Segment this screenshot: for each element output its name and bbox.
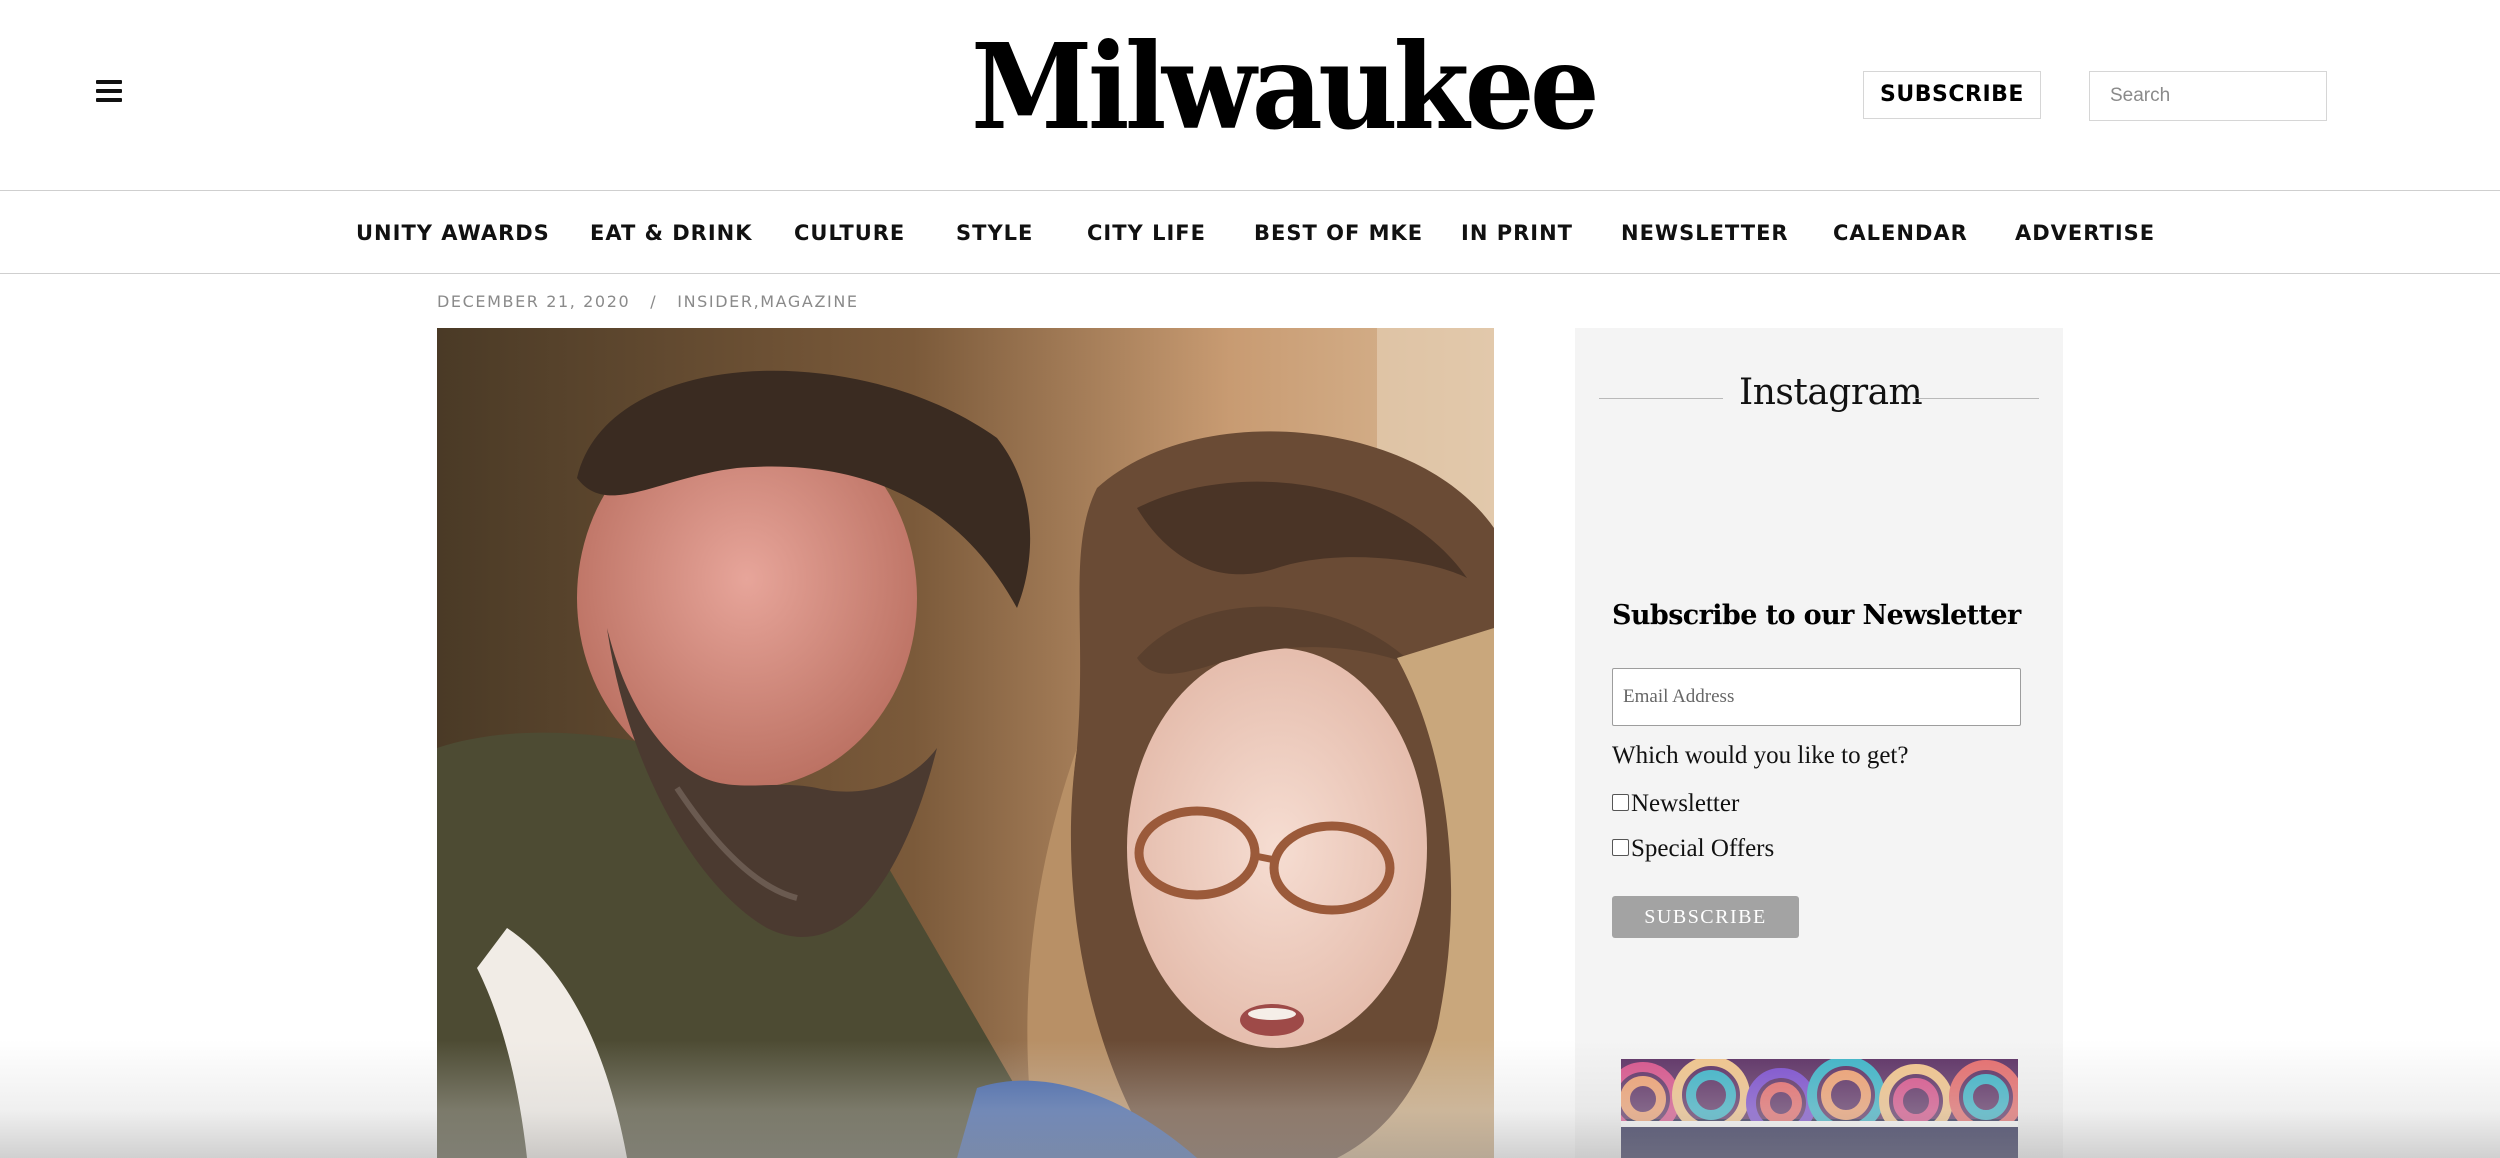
category-comma: , xyxy=(753,292,761,311)
nav-item-city-life[interactable]: CITY LIFE xyxy=(1087,191,1206,273)
nav-item-newsletter[interactable]: NEWSLETTER xyxy=(1621,191,1789,273)
instagram-title: Instagram xyxy=(1739,372,1923,413)
nav-item-unity-awards[interactable]: UNITY AWARDS xyxy=(356,191,550,273)
article-hero-image xyxy=(437,328,1494,1158)
main-navigation: UNITY AWARDS EAT & DRINK CULTURE STYLE C… xyxy=(0,191,2500,274)
nav-item-best-of-mke[interactable]: BEST OF MKE xyxy=(1254,191,1423,273)
nav-item-style[interactable]: STYLE xyxy=(956,191,1033,273)
hamburger-menu-icon[interactable] xyxy=(96,80,122,102)
instagram-heading: Instagram xyxy=(1599,368,2039,428)
meta-separator: / xyxy=(650,292,658,311)
heading-rule-right xyxy=(1915,398,2039,399)
category-link-magazine[interactable]: MAGAZINE xyxy=(760,292,858,311)
header-subscribe-button[interactable]: SUBSCRIBE xyxy=(1863,71,2041,119)
newsletter-subscribe-button[interactable]: SUBSCRIBE xyxy=(1612,896,1799,938)
category-link-insider[interactable]: INSIDER xyxy=(677,292,753,311)
email-field[interactable] xyxy=(1612,668,2021,726)
nav-item-advertise[interactable]: ADVERTISE xyxy=(2015,191,2155,273)
special-offers-checkbox[interactable] xyxy=(1612,838,1629,856)
nav-item-eat-drink[interactable]: EAT & DRINK xyxy=(590,191,753,273)
article-date: DECEMBER 21, 2020 xyxy=(437,292,631,311)
nav-item-calendar[interactable]: CALENDAR xyxy=(1833,191,1968,273)
option-special-offers[interactable]: Special Offers xyxy=(1612,835,1774,865)
hero-photo-illustration xyxy=(437,328,1494,1158)
newsletter-question: Which would you like to get? xyxy=(1612,742,1909,769)
article-meta: DECEMBER 21, 2020 / INSIDER, MAGAZINE xyxy=(437,292,859,314)
search-input[interactable] xyxy=(2089,71,2327,121)
site-logo[interactable]: Milwaukee xyxy=(950,17,1600,156)
logo-text: Milwaukee xyxy=(971,17,1600,156)
sidebar: Instagram Subscribe to our Newsletter Wh… xyxy=(1575,328,2063,1158)
heading-rule-left xyxy=(1599,398,1723,399)
nav-item-in-print[interactable]: IN PRINT xyxy=(1461,191,1573,273)
site-header: Milwaukee SUBSCRIBE xyxy=(0,0,2500,191)
advertisement-banner[interactable] xyxy=(1621,1059,2018,1158)
newsletter-title: Subscribe to our Newsletter xyxy=(1612,600,2021,631)
option-label: Newsletter xyxy=(1631,790,1740,817)
option-newsletter[interactable]: Newsletter xyxy=(1612,790,1739,820)
nav-item-culture[interactable]: CULTURE xyxy=(794,191,905,273)
ad-pattern-graphic xyxy=(1621,1059,2018,1158)
newsletter-checkbox[interactable] xyxy=(1612,793,1629,811)
option-label: Special Offers xyxy=(1631,835,1775,862)
